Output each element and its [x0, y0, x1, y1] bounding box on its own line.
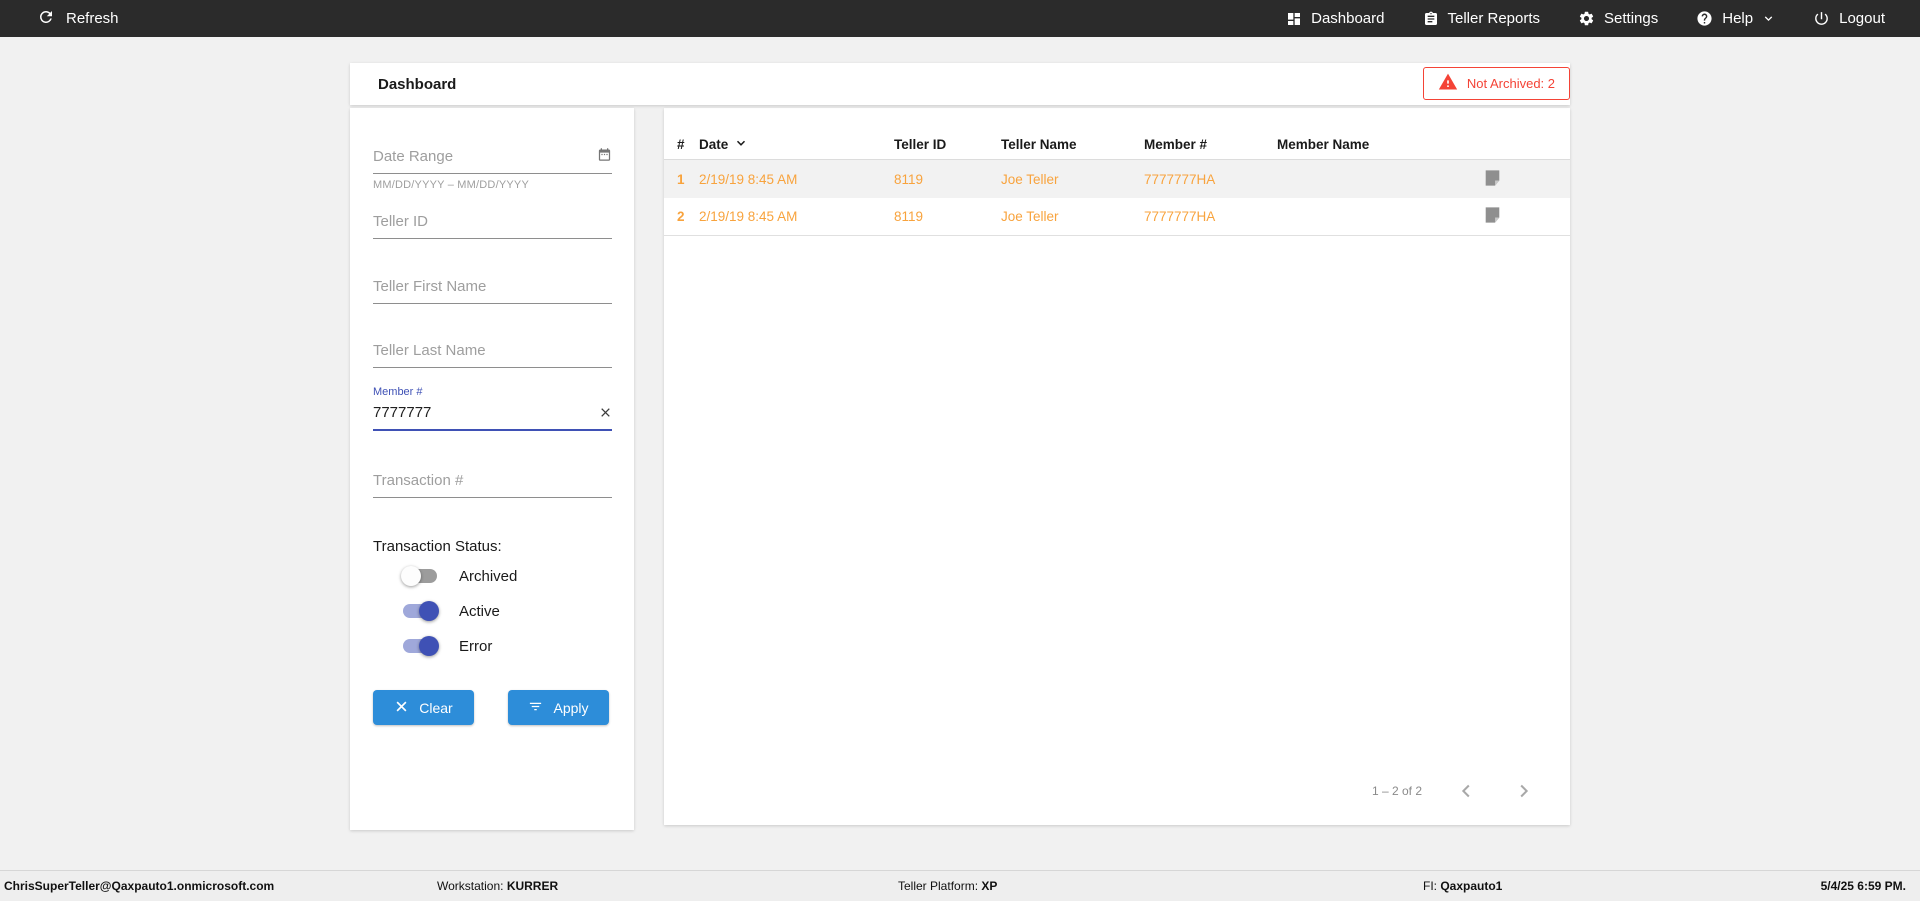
clipboard-icon: [1423, 11, 1439, 27]
date-range-format-hint: MM/DD/YYYY – MM/DD/YYYY: [373, 179, 529, 191]
transaction-status-label: Transaction Status:: [373, 538, 502, 555]
statusbar-datetime: 5/4/25 6:59 PM.: [1820, 879, 1906, 893]
row-member-number: 7777777HA: [1144, 209, 1216, 224]
note-icon[interactable]: [1484, 206, 1501, 227]
topbar: Refresh Dashboard Teller Reports Setting…: [0, 0, 1920, 37]
toggle-error-label: Error: [459, 637, 493, 655]
nav-item-dashboard[interactable]: Dashboard: [1286, 10, 1385, 27]
filter-panel: Date Range MM/DD/YYYY – MM/DD/YYYY Telle…: [350, 108, 634, 830]
row-date: 2/19/19 8:45 AM: [699, 171, 798, 187]
col-header-member-name[interactable]: Member Name: [1277, 137, 1484, 152]
archived-switch[interactable]: [401, 566, 437, 586]
page-title: Dashboard: [378, 75, 457, 93]
nav-item-help[interactable]: Help: [1696, 10, 1775, 27]
clear-x-icon: [394, 699, 409, 717]
nav-label: Logout: [1839, 10, 1885, 27]
active-switch[interactable]: [403, 601, 439, 621]
calendar-icon[interactable]: [597, 147, 612, 167]
toggle-error[interactable]: Error: [403, 636, 492, 656]
col-header-num: #: [677, 137, 685, 152]
nav-label: Help: [1722, 10, 1754, 27]
row-teller-name: Joe Teller: [1001, 171, 1059, 187]
content: Date Range MM/DD/YYYY – MM/DD/YYYY Telle…: [350, 108, 1570, 830]
clear-button-label: Clear: [419, 699, 453, 716]
date-range-placeholder: Date Range: [373, 148, 454, 165]
transaction-number-placeholder: Transaction #: [373, 472, 464, 489]
warning-triangle-icon: [1438, 72, 1458, 95]
nav-label: Settings: [1604, 10, 1659, 27]
chevron-down-icon: [1762, 12, 1775, 25]
col-header-teller-id[interactable]: Teller ID: [894, 137, 1001, 152]
teller-id-placeholder: Teller ID: [373, 213, 429, 230]
nav-item-teller-reports[interactable]: Teller Reports: [1423, 10, 1541, 27]
toggle-archived[interactable]: Archived: [401, 566, 518, 586]
results-table: # Date Teller ID Teller Name Member # Me…: [664, 108, 1570, 825]
previous-page-button[interactable]: [1456, 780, 1478, 802]
member-number-label: Member #: [373, 386, 423, 398]
col-header-member-number[interactable]: Member #: [1144, 137, 1277, 152]
statusbar-platform: Teller Platform: XP: [898, 879, 998, 893]
nav-item-logout[interactable]: Logout: [1813, 10, 1885, 27]
toggle-active[interactable]: Active: [403, 601, 500, 621]
toggle-archived-label: Archived: [459, 567, 518, 585]
apply-button[interactable]: Apply: [508, 690, 609, 725]
next-page-button[interactable]: [1512, 780, 1534, 802]
not-archived-badge[interactable]: Not Archived: 2: [1422, 67, 1570, 100]
member-number-field[interactable]: Member # 7777777: [373, 386, 612, 431]
toggle-active-label: Active: [459, 602, 500, 620]
page-header: Dashboard Not Archived: 2: [350, 63, 1570, 105]
power-icon: [1813, 10, 1830, 27]
row-number: 2: [677, 209, 685, 224]
teller-first-name-placeholder: Teller First Name: [373, 278, 487, 295]
not-archived-badge-label: Not Archived: 2: [1466, 76, 1555, 91]
refresh-icon: [37, 8, 55, 30]
sort-arrow-icon: [734, 136, 748, 153]
help-icon: [1696, 10, 1713, 27]
pagination: 1 – 2 of 2: [664, 771, 1570, 811]
dashboard-grid-icon: [1286, 11, 1302, 27]
row-member-number: 7777777HA: [1144, 171, 1216, 187]
teller-id-field[interactable]: Teller ID: [373, 213, 612, 239]
row-teller-id: 8119: [894, 171, 924, 187]
pagination-range-label: 1 – 2 of 2: [1371, 784, 1422, 798]
statusbar: ChrisSuperTeller@Qaxpauto1.onmicrosoft.c…: [0, 870, 1920, 901]
table-header-row: # Date Teller ID Teller Name Member # Me…: [664, 130, 1570, 160]
row-date: 2/19/19 8:45 AM: [699, 209, 798, 224]
table-row[interactable]: 1 2/19/19 8:45 AM 8119 Joe Teller 777777…: [664, 160, 1570, 198]
teller-first-name-field[interactable]: Teller First Name: [373, 278, 612, 304]
transaction-number-field[interactable]: Transaction #: [373, 472, 612, 498]
row-teller-name: Joe Teller: [1001, 209, 1059, 224]
statusbar-workstation: Workstation: KURRER: [437, 879, 559, 893]
note-icon[interactable]: [1484, 169, 1501, 190]
refresh-button[interactable]: Refresh: [37, 8, 119, 30]
table-row[interactable]: 2 2/19/19 8:45 AM 8119 Joe Teller 777777…: [664, 198, 1570, 236]
teller-last-name-placeholder: Teller Last Name: [373, 342, 486, 359]
teller-last-name-field[interactable]: Teller Last Name: [373, 342, 612, 368]
nav-item-settings[interactable]: Settings: [1578, 10, 1658, 27]
clear-member-icon[interactable]: [599, 406, 612, 424]
member-number-value[interactable]: 7777777: [373, 404, 612, 421]
filter-icon: [528, 699, 543, 717]
apply-button-label: Apply: [553, 699, 589, 716]
gear-icon: [1578, 10, 1595, 27]
refresh-label: Refresh: [66, 10, 119, 27]
date-range-field[interactable]: Date Range: [373, 148, 612, 174]
error-switch[interactable]: [403, 636, 439, 656]
col-header-date[interactable]: Date: [699, 136, 894, 153]
row-number: 1: [677, 171, 685, 187]
nav-label: Teller Reports: [1447, 10, 1541, 27]
row-teller-id: 8119: [894, 209, 924, 224]
statusbar-fi: FI: Qaxpauto1: [1423, 879, 1503, 893]
page: Dashboard Not Archived: 2 Date Range MM/…: [0, 37, 1920, 870]
statusbar-user: ChrisSuperTeller@Qaxpauto1.onmicrosoft.c…: [4, 879, 275, 893]
col-header-teller-name[interactable]: Teller Name: [1001, 137, 1144, 152]
clear-button[interactable]: Clear: [373, 690, 474, 725]
topbar-nav: Dashboard Teller Reports Settings Help L…: [1286, 10, 1885, 27]
nav-label: Dashboard: [1311, 10, 1385, 27]
